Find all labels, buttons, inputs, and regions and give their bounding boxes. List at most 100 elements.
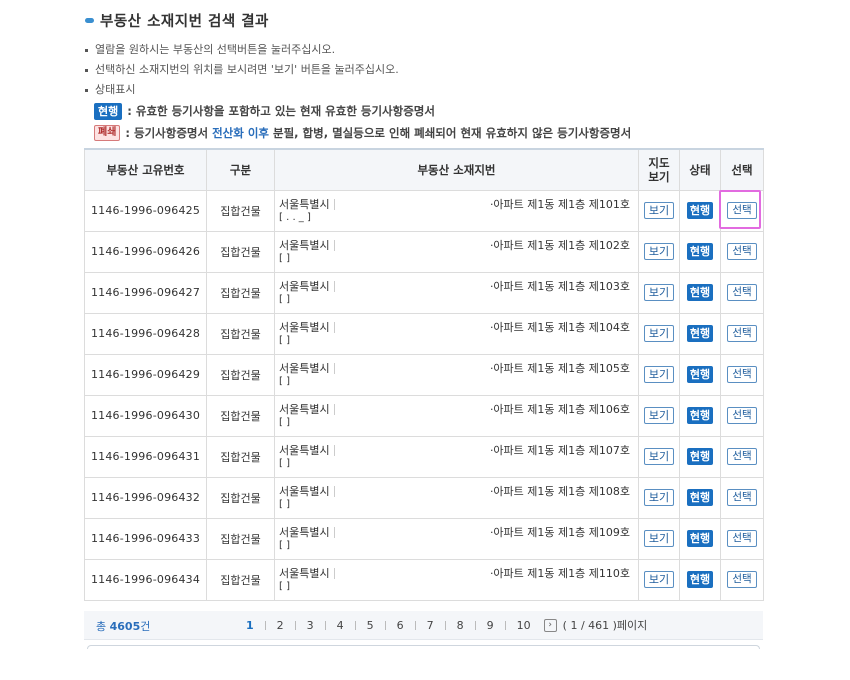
select-button[interactable]: 선택 <box>727 325 757 342</box>
page-link-9[interactable]: 9 <box>482 619 499 632</box>
status-badge: 현행 <box>686 325 714 342</box>
legend-separator: : <box>127 104 132 118</box>
cell-map: 보기 <box>638 353 680 396</box>
address-city: 서울특별시 <box>279 525 330 539</box>
select-button[interactable]: 선택 <box>727 284 757 301</box>
status-badge: 현행 <box>686 202 714 219</box>
cell-select: 선택 <box>720 476 764 519</box>
cell-status: 현행 <box>679 271 721 314</box>
page-separator <box>504 620 506 630</box>
address-line1: 서울특별시 ·아파트 제1동 제1층 제101호 <box>279 198 638 212</box>
select-button[interactable]: 선택 <box>727 571 757 588</box>
address-city: 서울특별시 <box>279 197 330 211</box>
cell-status: 현행 <box>679 435 721 478</box>
address-detail: ·아파트 제1동 제1층 제107호 <box>489 443 630 457</box>
page-link-10[interactable]: 10 <box>512 619 536 632</box>
table-row: 1146-1996-096429 집합건물 서울특별시 ·아파트 제1동 제1층 제1… <box>84 353 764 396</box>
cell-address: 서울특별시 ·아파트 제1동 제1층 제104호 [ ] <box>274 312 639 355</box>
cell-number: 1146-1996-096426 <box>84 230 207 273</box>
select-button[interactable]: 선택 <box>727 407 757 424</box>
cell-address: 서울특별시 ·아파트 제1동 제1층 제108호 [ ] <box>274 476 639 519</box>
redacted-area <box>333 322 394 333</box>
header-map-label: 지도보기 <box>648 155 670 184</box>
page-link-3[interactable]: 3 <box>302 619 319 632</box>
cell-number: 1146-1996-096425 <box>84 189 207 232</box>
address-line2: [ . . _ ] <box>279 211 311 223</box>
view-map-button[interactable]: 보기 <box>644 571 674 588</box>
address-detail: ·아파트 제1동 제1층 제101호 <box>489 197 630 211</box>
select-button[interactable]: 선택 <box>727 202 757 219</box>
table-header-row: 부동산 고유번호 구분 부동산 소재지번 지도보기 상태 선택 <box>84 148 764 191</box>
cell-address: 서울특별시 ·아파트 제1동 제1층 제102호 [ ] <box>274 230 639 273</box>
view-map-button[interactable]: 보기 <box>644 489 674 506</box>
page-info: ( 1 / 461 )페이지 <box>562 619 648 632</box>
header-address: 부동산 소재지번 <box>274 148 639 191</box>
view-map-button[interactable]: 보기 <box>644 243 674 260</box>
result-table: 부동산 고유번호 구분 부동산 소재지번 지도보기 상태 선택 1146-199… <box>84 148 764 601</box>
address-detail: ·아파트 제1동 제1층 제105호 <box>489 361 630 375</box>
select-button[interactable]: 선택 <box>727 243 757 260</box>
redacted-area <box>333 199 394 210</box>
page-link-5[interactable]: 5 <box>362 619 379 632</box>
table-row: 1146-1996-096430 집합건물 서울특별시 ·아파트 제1동 제1층 제1… <box>84 394 764 437</box>
view-map-button[interactable]: 보기 <box>644 284 674 301</box>
address-line2: [ ] <box>279 580 290 592</box>
legend-current: 현행 : 유효한 등기사항을 포함하고 있는 현재 유효한 등기사항증명서 <box>83 100 783 122</box>
cell-address: 서울특별시 ·아파트 제1동 제1층 제103호 [ ] <box>274 271 639 314</box>
pagination: 1 2 3 4 5 6 7 8 9 10 › ( 1 / 461 )페이지 <box>241 617 647 633</box>
address-line1: 서울특별시 ·아파트 제1동 제1층 제107호 <box>279 444 638 458</box>
select-button[interactable]: 선택 <box>727 489 757 506</box>
address-detail: ·아파트 제1동 제1층 제104호 <box>489 320 630 334</box>
page-link-4[interactable]: 4 <box>332 619 349 632</box>
view-map-button[interactable]: 보기 <box>644 202 674 219</box>
footer-bar: 총 4605건 1 2 3 4 5 6 7 8 9 10 › ( 1 / 461 )페이지 <box>84 611 763 640</box>
cell-map: 보기 <box>638 476 680 519</box>
page-title: 부동산 소재지번 검색 결과 <box>85 9 269 31</box>
redacted-area <box>333 363 394 374</box>
view-map-button[interactable]: 보기 <box>644 530 674 547</box>
select-button[interactable]: 선택 <box>727 448 757 465</box>
view-map-button[interactable]: 보기 <box>644 407 674 424</box>
cell-address: 서울특별시 ·아파트 제1동 제1층 제107호 [ ] <box>274 435 639 478</box>
cell-map: 보기 <box>638 394 680 437</box>
address-line2: [ ] <box>279 539 290 551</box>
view-map-button[interactable]: 보기 <box>644 366 674 383</box>
address-line2: [ ] <box>279 293 290 305</box>
page-link-7[interactable]: 7 <box>422 619 439 632</box>
cell-map: 보기 <box>638 517 680 560</box>
view-map-button[interactable]: 보기 <box>644 448 674 465</box>
cell-select: 선택 <box>720 353 764 396</box>
cell-address: 서울특별시 ·아파트 제1동 제1층 제105호 [ ] <box>274 353 639 396</box>
closed-badge: 폐쇄 <box>94 125 121 141</box>
page-link-6[interactable]: 6 <box>392 619 409 632</box>
select-button[interactable]: 선택 <box>727 366 757 383</box>
legend-closed: 폐쇄 : 등기사항증명서 전산화 이후 분필, 합병, 멸실등으로 인해 폐쇄되… <box>83 122 783 144</box>
cell-number: 1146-1996-096433 <box>84 517 207 560</box>
address-line2: [ ] <box>279 457 290 469</box>
cell-number: 1146-1996-096428 <box>84 312 207 355</box>
cell-map: 보기 <box>638 435 680 478</box>
address-city: 서울특별시 <box>279 361 330 375</box>
page-link-8[interactable]: 8 <box>452 619 469 632</box>
view-map-button[interactable]: 보기 <box>644 325 674 342</box>
cell-select: 선택 <box>720 271 764 314</box>
legend-separator: : <box>125 126 131 140</box>
address-line2: [ ] <box>279 252 290 264</box>
table-row: 1146-1996-096426 집합건물 서울특별시 ·아파트 제1동 제1층 제1… <box>84 230 764 273</box>
total-count-value: 4605 <box>109 620 141 633</box>
address-line2: [ ] <box>279 334 290 346</box>
select-button[interactable]: 선택 <box>727 530 757 547</box>
cell-type: 집합건물 <box>206 394 275 437</box>
page-separator <box>384 620 386 630</box>
redacted-area <box>333 404 394 415</box>
cell-status: 현행 <box>679 394 721 437</box>
page-link-2[interactable]: 2 <box>272 619 289 632</box>
note-item: 상태표시 <box>83 80 783 100</box>
cell-status: 현행 <box>679 353 721 396</box>
address-line1: 서울특별시 ·아파트 제1동 제1층 제102호 <box>279 239 638 253</box>
status-badge: 현행 <box>686 448 714 465</box>
redacted-area <box>333 568 394 579</box>
cell-type: 집합건물 <box>206 230 275 273</box>
page-link-1[interactable]: 1 <box>241 619 259 632</box>
chevron-right-icon[interactable]: › <box>543 618 557 632</box>
